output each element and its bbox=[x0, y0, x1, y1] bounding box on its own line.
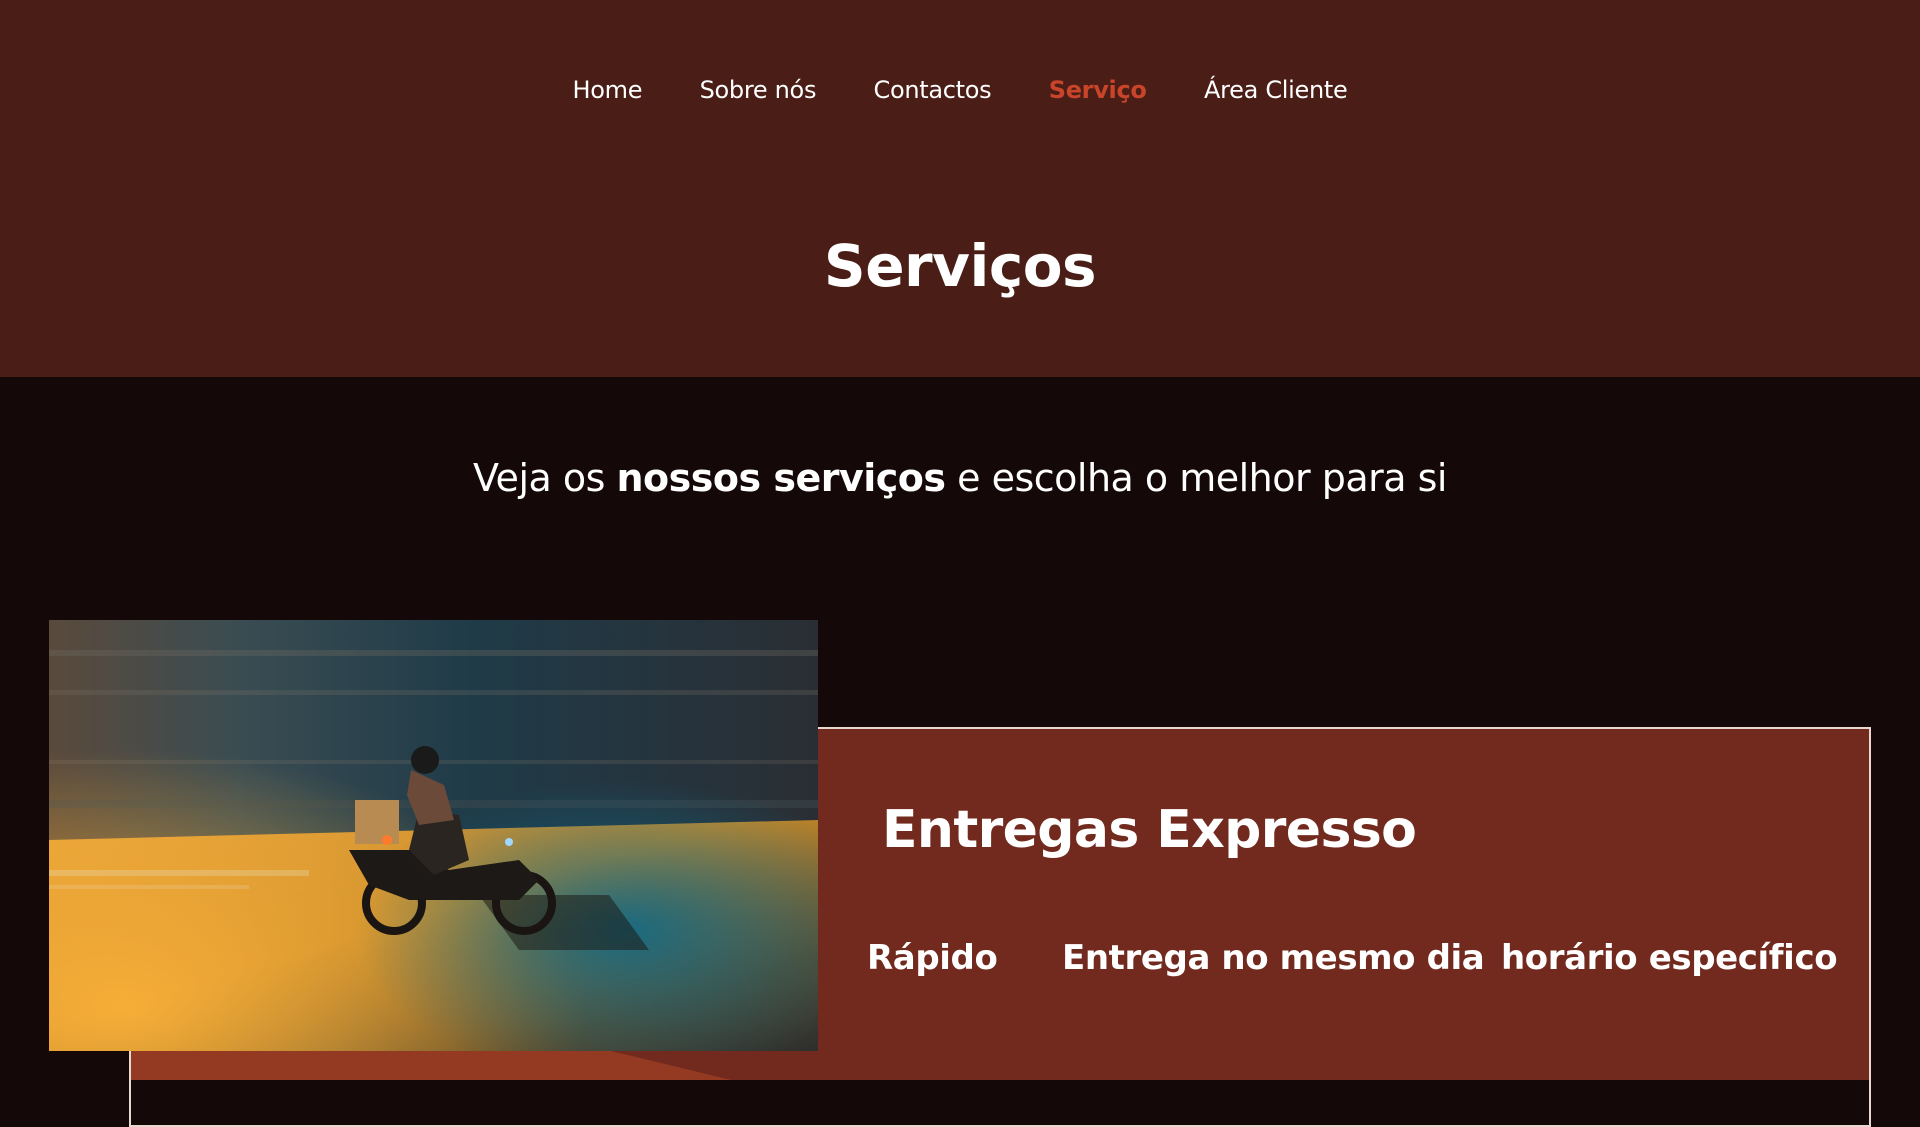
motorcycle-delivery-photo bbox=[49, 620, 818, 1051]
nav-client-area-link[interactable]: Área Cliente bbox=[1202, 70, 1350, 110]
service-card-panel bbox=[818, 727, 1871, 1080]
card-bottom-strip bbox=[131, 1051, 818, 1080]
main-nav: Home Sobre nós Contactos Serviço Área Cl… bbox=[0, 70, 1920, 110]
intro-suffix: e escolha o melhor para si bbox=[945, 456, 1447, 500]
intro-emphasis: nossos serviços bbox=[616, 456, 947, 500]
service-title: Entregas Expresso bbox=[882, 800, 1417, 860]
intro-text: Veja os nossos serviços e escolha o melh… bbox=[0, 448, 1920, 508]
nav-home-link[interactable]: Home bbox=[571, 70, 645, 110]
service-features: Rápido Entrega no mesmo dia horário espe… bbox=[818, 928, 1871, 988]
feature-fast: Rápido bbox=[867, 938, 998, 978]
feature-same-day: Entrega no mesmo dia bbox=[1062, 938, 1485, 978]
nav-about-link[interactable]: Sobre nós bbox=[698, 70, 819, 110]
nav-service-link[interactable]: Serviço bbox=[1047, 70, 1149, 110]
page-header: Home Sobre nós Contactos Serviço Área Cl… bbox=[0, 0, 1920, 377]
page-title: Serviços bbox=[823, 232, 1097, 300]
nav-contacts-link[interactable]: Contactos bbox=[872, 70, 994, 110]
feature-specific-time: horário específico bbox=[1501, 938, 1838, 978]
intro-prefix: Veja os bbox=[473, 456, 617, 500]
